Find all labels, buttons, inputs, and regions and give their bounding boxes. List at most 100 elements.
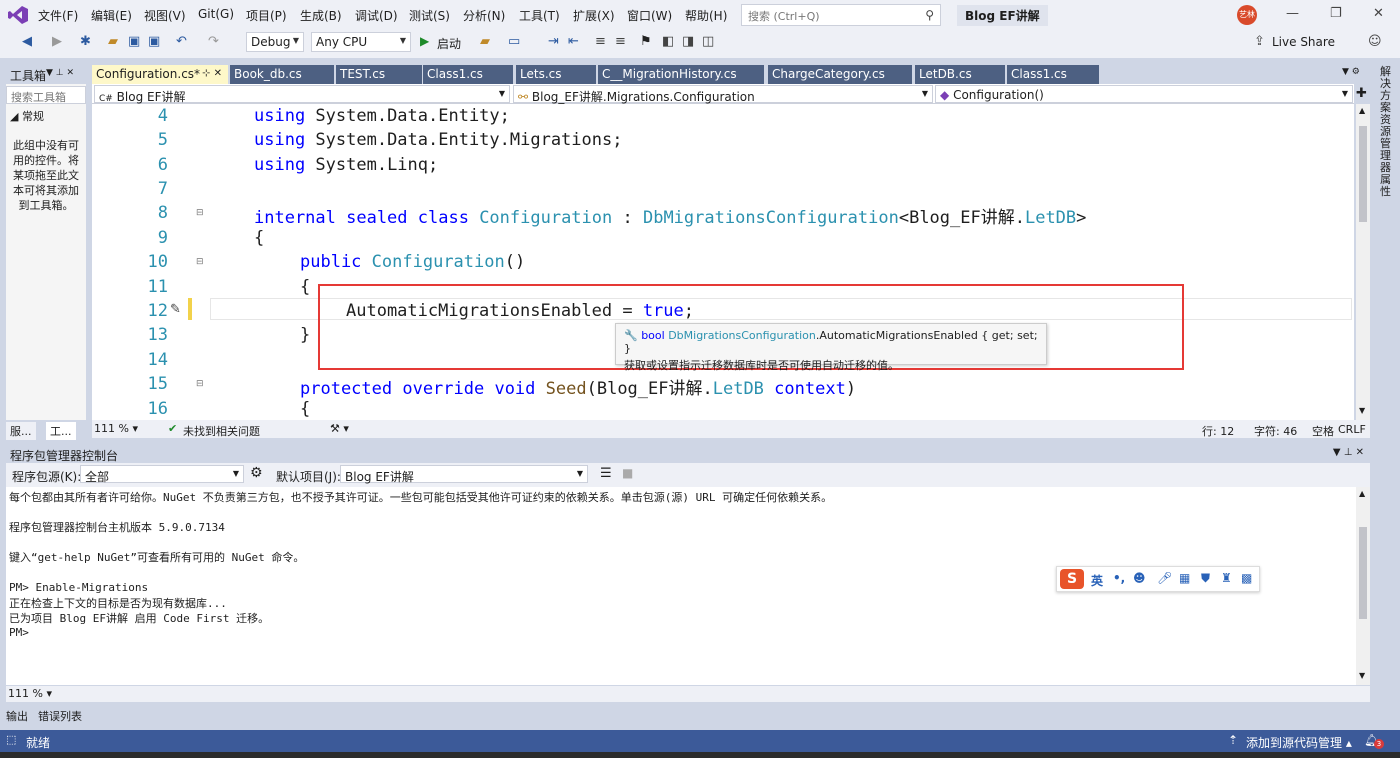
- menu-edit[interactable]: 编辑(E): [91, 7, 132, 24]
- tab-toolbox[interactable]: 工...: [46, 422, 76, 440]
- toolbox-menu-icon[interactable]: ▼ ⊥ ✕: [46, 68, 74, 78]
- tab-solution-explorer[interactable]: 解决方案资源管理器: [1380, 66, 1392, 174]
- toolbox-search-input[interactable]: 搜索工具箱: [6, 86, 86, 104]
- line-ending-indicator[interactable]: CRLF: [1338, 423, 1366, 436]
- step-icon[interactable]: ⇥: [548, 34, 559, 49]
- menu-project[interactable]: 项目(P): [246, 7, 287, 24]
- toolbox-group-general[interactable]: ◢ 常规: [10, 108, 44, 124]
- start-icon[interactable]: ▶: [420, 34, 429, 48]
- forward-icon[interactable]: ▶: [52, 34, 62, 49]
- close-icon[interactable]: ⊹ ✕: [202, 68, 222, 79]
- open-folder-icon[interactable]: ▰: [108, 34, 118, 49]
- ime-toolbar[interactable]: S 英 •, ☻ 🎤︎ ▦ ⛊ ♜ ▩: [1056, 566, 1260, 592]
- menu-view[interactable]: 视图(V): [144, 7, 186, 24]
- menu-build[interactable]: 生成(B): [300, 7, 342, 24]
- menu-help[interactable]: 帮助(H): [685, 7, 727, 24]
- tab-class1[interactable]: Class1.cs: [423, 65, 513, 84]
- scroll-up-icon[interactable]: ▲: [1359, 106, 1365, 115]
- type-dropdown[interactable]: ⚯ Blog_EF讲解.Migrations.Configuration ▼: [513, 85, 933, 104]
- find-in-files-icon[interactable]: ▰: [480, 34, 490, 49]
- scroll-up-icon[interactable]: ▲: [1359, 489, 1365, 498]
- scroll-down-icon[interactable]: ▼: [1359, 406, 1365, 415]
- configuration-dropdown[interactable]: Debug ▼: [246, 32, 304, 52]
- menu-test[interactable]: 测试(S): [409, 7, 450, 24]
- window-icon[interactable]: ▭: [508, 34, 520, 49]
- tab-charge-category[interactable]: ChargeCategory.cs: [768, 65, 912, 84]
- keyboard-icon[interactable]: ▦: [1179, 571, 1190, 585]
- sogou-logo-icon[interactable]: S: [1060, 569, 1084, 589]
- more-apps-icon[interactable]: ▩: [1241, 571, 1252, 585]
- pmc-zoom-dropdown[interactable]: 111 % ▾: [8, 687, 52, 700]
- split-icon[interactable]: ✚: [1356, 86, 1367, 101]
- tab-migration-history[interactable]: C__MigrationHistory.cs: [598, 65, 764, 84]
- back-icon[interactable]: ◀: [22, 34, 32, 49]
- quick-actions-icon[interactable]: ✎: [170, 302, 181, 317]
- undo-icon[interactable]: ↶: [176, 34, 187, 49]
- live-share-icon[interactable]: ⇪: [1254, 34, 1265, 49]
- bookmark-clear-icon[interactable]: ◫: [702, 34, 714, 49]
- tab-book-db[interactable]: Book_db.cs: [230, 65, 334, 84]
- maximize-icon[interactable]: ❐: [1330, 6, 1342, 21]
- zoom-dropdown[interactable]: 111 % ▾: [94, 422, 138, 435]
- collapse-icon[interactable]: ⊟: [196, 208, 204, 218]
- scrollbar-thumb[interactable]: [1359, 126, 1367, 222]
- live-share-button[interactable]: Live Share: [1272, 35, 1335, 49]
- collapse-icon[interactable]: ⊟: [196, 379, 204, 389]
- tab-output[interactable]: 输出: [6, 708, 28, 724]
- step-over-icon[interactable]: ⇤: [568, 34, 579, 49]
- whitespace-indicator[interactable]: 空格: [1312, 423, 1334, 439]
- redo-icon[interactable]: ↷: [208, 34, 219, 49]
- emoji-icon[interactable]: ☻: [1133, 571, 1146, 585]
- minimize-icon[interactable]: —: [1286, 6, 1299, 21]
- brush-icon[interactable]: ⚒ ▾: [330, 422, 349, 435]
- new-item-icon[interactable]: ✱: [80, 34, 91, 49]
- tab-letdb[interactable]: LetDB.cs: [915, 65, 1005, 84]
- package-source-dropdown[interactable]: 全部 ▼: [80, 465, 244, 484]
- punctuation-icon[interactable]: •,: [1113, 571, 1125, 585]
- settings-gear-icon[interactable]: ⚙: [250, 465, 263, 481]
- skin-icon[interactable]: ♜: [1221, 571, 1232, 585]
- avatar[interactable]: 艺林: [1237, 5, 1257, 25]
- default-project-dropdown[interactable]: Blog EF讲解 ▼: [340, 465, 588, 484]
- menu-debug[interactable]: 调试(D): [355, 7, 398, 24]
- issues-status[interactable]: 未找到相关问题: [183, 423, 260, 439]
- menu-analyze[interactable]: 分析(N): [463, 7, 505, 24]
- save-all-icon[interactable]: ▣: [148, 34, 160, 49]
- comment-icon[interactable]: ≡: [595, 34, 606, 49]
- scroll-down-icon[interactable]: ▼: [1359, 671, 1365, 680]
- bookmark-icon[interactable]: ⚑: [640, 34, 652, 49]
- bookmark-next-icon[interactable]: ◨: [682, 34, 694, 49]
- close-icon[interactable]: ✕: [1373, 6, 1384, 21]
- microphone-icon[interactable]: 🎤︎: [1157, 571, 1172, 585]
- menu-tools[interactable]: 工具(T): [519, 7, 560, 24]
- collapse-icon[interactable]: ⊟: [196, 257, 204, 267]
- save-icon[interactable]: ▣: [128, 34, 140, 49]
- menu-extensions[interactable]: 扩展(X): [573, 7, 615, 24]
- clear-console-icon[interactable]: ☰: [600, 466, 612, 481]
- tab-properties[interactable]: 属性: [1380, 174, 1392, 198]
- tab-error-list[interactable]: 错误列表: [38, 708, 82, 724]
- editor-vertical-scrollbar[interactable]: ▲ ▼: [1356, 104, 1370, 420]
- bookmark-prev-icon[interactable]: ◧: [662, 34, 674, 49]
- tab-configuration[interactable]: Configuration.cs* ⊹ ✕: [92, 65, 228, 84]
- menu-window[interactable]: 窗口(W): [627, 7, 672, 24]
- pmc-vertical-scrollbar[interactable]: ▲ ▼: [1356, 487, 1370, 685]
- tab-test[interactable]: TEST.cs: [336, 65, 422, 84]
- menu-file[interactable]: 文件(F): [38, 7, 78, 24]
- pmc-window-controls-icon[interactable]: ▼ ⊥ ✕: [1333, 447, 1364, 458]
- project-dropdown[interactable]: C# Blog EF讲解 ▼: [94, 85, 510, 104]
- tab-lets[interactable]: Lets.cs: [516, 65, 596, 84]
- tab-server-explorer[interactable]: 服...: [6, 422, 36, 440]
- menu-git[interactable]: Git(G): [198, 7, 234, 21]
- stop-icon[interactable]: ■: [622, 466, 633, 480]
- scrollbar-thumb[interactable]: [1359, 527, 1367, 619]
- tab-overflow-icon[interactable]: ▼ ⚙: [1342, 67, 1360, 77]
- toolbox-ime-icon[interactable]: ⛊: [1201, 571, 1210, 586]
- tab-class1-2[interactable]: Class1.cs: [1007, 65, 1099, 84]
- add-to-source-control-button[interactable]: 添加到源代码管理 ▴: [1246, 734, 1352, 751]
- start-button[interactable]: 启动: [437, 35, 461, 52]
- member-dropdown[interactable]: ◆ Configuration() ▼: [935, 85, 1353, 103]
- ime-language[interactable]: 英: [1091, 572, 1103, 589]
- search-input[interactable]: 搜索 (Ctrl+Q) ⚲: [741, 4, 941, 26]
- feedback-icon[interactable]: ☺: [1368, 34, 1382, 49]
